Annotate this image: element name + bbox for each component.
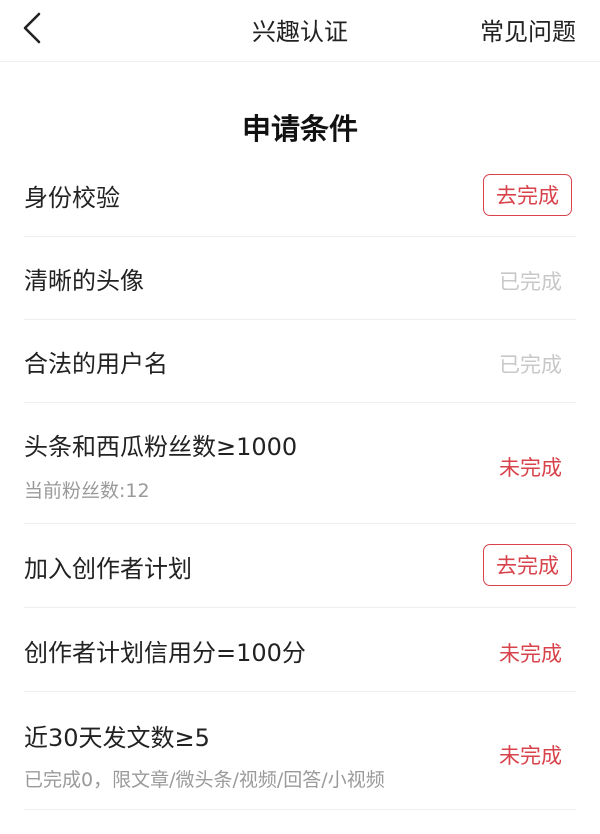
chevron-left-icon xyxy=(23,12,41,44)
condition-label: 近30天发文数≥5 xyxy=(24,724,210,752)
status-incomplete: 未完成 xyxy=(499,456,562,480)
condition-label: 身份校验 xyxy=(24,184,120,212)
go-complete-button[interactable]: 去完成 xyxy=(483,174,572,216)
condition-row-identity: 身份校验 去完成 xyxy=(24,156,576,237)
condition-label: 清晰的头像 xyxy=(24,267,144,295)
condition-row-username: 合法的用户名 已完成 xyxy=(24,320,576,403)
condition-row-posts: 近30天发文数≥5 已完成0，限文章/微头条/视频/回答/小视频 未完成 xyxy=(24,692,576,810)
condition-subtext: 已完成0，限文章/微头条/视频/回答/小视频 xyxy=(24,769,385,791)
go-complete-button[interactable]: 去完成 xyxy=(483,544,572,586)
status-completed: 已完成 xyxy=(499,353,562,377)
condition-label: 创作者计划信用分=100分 xyxy=(24,639,306,667)
condition-row-followers: 头条和西瓜粉丝数≥1000 当前粉丝数:12 未完成 xyxy=(24,403,576,524)
condition-row-creator-program: 加入创作者计划 去完成 xyxy=(24,524,576,608)
condition-label: 头条和西瓜粉丝数≥1000 xyxy=(24,433,298,461)
condition-row-avatar: 清晰的头像 已完成 xyxy=(24,237,576,320)
condition-row-credit-score: 创作者计划信用分=100分 未完成 xyxy=(24,608,576,692)
condition-label: 合法的用户名 xyxy=(24,350,168,378)
back-button[interactable] xyxy=(12,6,56,50)
nav-bar: 兴趣认证 常见问题 xyxy=(0,0,600,62)
faq-link[interactable]: 常见问题 xyxy=(480,12,576,47)
condition-subtext: 当前粉丝数:12 xyxy=(24,480,150,502)
condition-label: 加入创作者计划 xyxy=(24,555,192,583)
status-incomplete: 未完成 xyxy=(499,744,562,768)
status-incomplete: 未完成 xyxy=(499,642,562,666)
section-title: 申请条件 xyxy=(241,112,358,146)
status-completed: 已完成 xyxy=(499,270,562,294)
